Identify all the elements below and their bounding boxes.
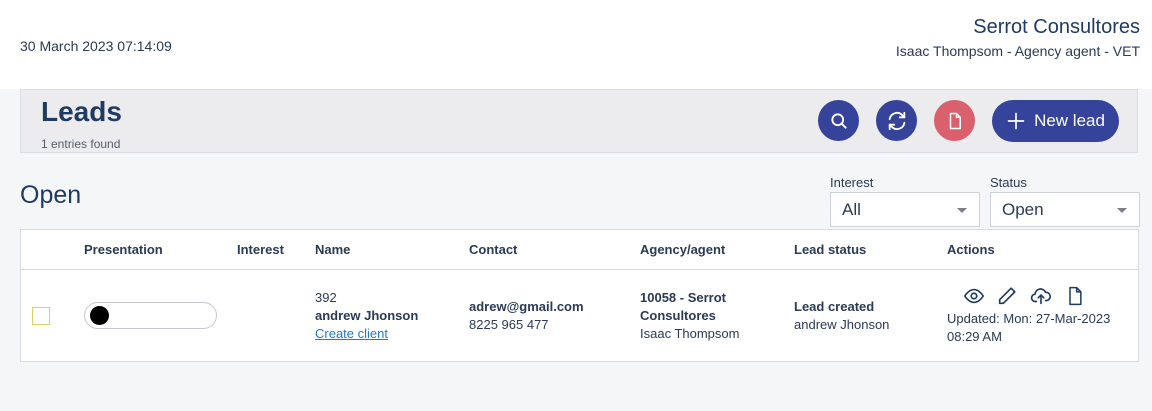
agent-info: Isaac Thompsom - Agency agent - VET	[895, 43, 1140, 59]
row-select-checkbox[interactable]	[32, 307, 50, 325]
refresh-button[interactable]	[876, 100, 917, 141]
updated-datetime: Updated: Mon: 27-Mar-2023	[947, 311, 1111, 326]
entries-count: 1 entries found	[41, 137, 121, 151]
lead-name: andrew Jhonson	[315, 308, 419, 323]
column-header-contact[interactable]: Contact	[469, 242, 517, 257]
search-icon	[830, 112, 847, 129]
edit-button[interactable]	[996, 285, 1018, 307]
lead-status-by: andrew Jhonson	[794, 317, 890, 332]
document-icon	[1069, 286, 1082, 306]
toggle-knob	[90, 306, 109, 325]
lead-id: 392	[315, 290, 337, 305]
column-header-agency-agent[interactable]: Agency/agent	[640, 242, 725, 257]
presentation-toggle[interactable]	[84, 302, 217, 329]
new-lead-button[interactable]: New lead	[992, 100, 1119, 142]
top-bar: 30 March 2023 07:14:09 Serrot Consultore…	[0, 0, 1152, 89]
column-header-interest[interactable]: Interest	[237, 242, 284, 257]
new-lead-label: New lead	[1034, 111, 1105, 130]
column-header-lead-status[interactable]: Lead status	[794, 242, 866, 257]
view-button[interactable]	[963, 285, 985, 307]
column-header-presentation[interactable]: Presentation	[84, 242, 163, 257]
refresh-icon	[888, 111, 905, 130]
eye-icon	[963, 288, 985, 304]
contact-phone: 8225 965 477	[469, 317, 549, 332]
status-select-value: Open	[1002, 200, 1044, 219]
chevron-down-icon	[957, 208, 967, 213]
document-button[interactable]	[1065, 285, 1087, 307]
status-select[interactable]: Open	[990, 192, 1140, 227]
plus-icon	[1007, 112, 1025, 130]
lead-status: Lead created	[794, 299, 875, 314]
pencil-icon	[998, 287, 1016, 305]
chevron-down-icon	[1117, 208, 1127, 213]
agency-line-1: 10058 - Serrot	[640, 290, 726, 305]
interest-select-value: All	[842, 200, 861, 219]
upload-button[interactable]	[1030, 285, 1052, 307]
header-divider	[21, 269, 1138, 270]
create-client-link[interactable]: Create client	[315, 325, 388, 343]
interest-select[interactable]: All	[830, 192, 980, 227]
company-name: Serrot Consultores	[973, 16, 1140, 38]
section-title: Open	[20, 181, 82, 209]
search-button[interactable]	[818, 100, 859, 141]
leads-header: Leads 1 entries found New lead	[20, 89, 1138, 153]
leads-table: Presentation Interest Name Contact Agenc…	[20, 229, 1139, 362]
contact-email: adrew@gmail.com	[469, 299, 584, 314]
export-pdf-button[interactable]	[934, 100, 975, 141]
current-datetime: 30 March 2023 07:14:09	[20, 38, 172, 54]
document-icon	[949, 112, 961, 129]
page-title: Leads	[41, 96, 122, 127]
column-header-actions: Actions	[947, 242, 995, 257]
status-filter-label: Status	[990, 175, 1027, 190]
column-header-name[interactable]: Name	[315, 242, 350, 257]
agency-line-2: Consultores	[640, 308, 716, 323]
cloud-upload-icon	[1030, 288, 1051, 305]
agent-name: Isaac Thompsom	[640, 326, 740, 341]
interest-filter-label: Interest	[830, 175, 874, 190]
updated-time: 08:29 AM	[947, 329, 1002, 344]
